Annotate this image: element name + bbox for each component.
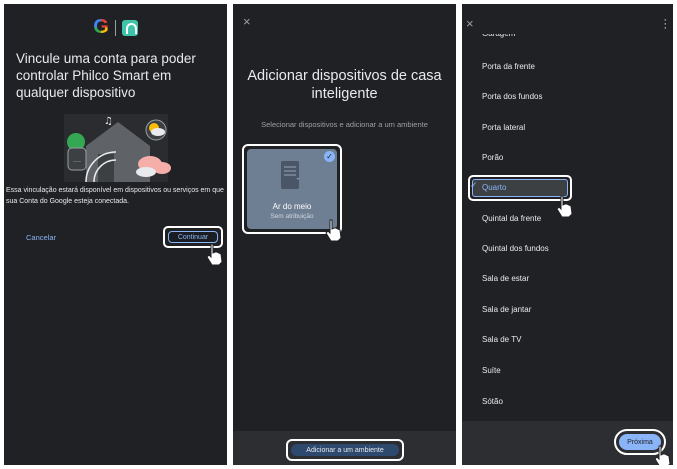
account-note: Essa vinculação estará disponível em dis…	[6, 187, 224, 205]
room-option-quintal-da-frente[interactable]: Quintal da frente	[482, 214, 541, 223]
tap-hand-icon	[325, 219, 342, 242]
add-devices-screen: × Adicionar dispositivos de casa intelig…	[233, 4, 456, 465]
room-option-sala-de-jantar[interactable]: Sala de jantar	[482, 305, 531, 314]
logo-divider	[114, 19, 116, 36]
tap-hand-icon	[556, 195, 573, 218]
add-to-room-button[interactable]: Adicionar a um ambiente	[286, 439, 404, 461]
add-to-room-label: Adicionar a um ambiente	[291, 444, 399, 456]
room-option-quarto[interactable]: Quarto	[482, 183, 506, 192]
device-name: Ar do meio	[272, 202, 312, 211]
philco-smart-app-icon	[121, 19, 138, 36]
room-option-sala-de-tv[interactable]: Sala de TV	[482, 335, 521, 344]
room-option-garagem[interactable]: Garagem	[482, 34, 515, 38]
page-subtitle: Selecionar dispositivos e adicionar a um…	[261, 120, 428, 129]
air-conditioner-icon	[281, 161, 299, 189]
more-options-icon[interactable]: · · ·	[663, 15, 667, 34]
room-option-suite[interactable]: Suíte	[482, 366, 501, 375]
smart-home-illustration: ···· ♫	[64, 114, 171, 183]
tap-hand-icon	[206, 243, 223, 266]
page-title: Adicionar dispositivos de casa inteligen…	[247, 68, 442, 102]
close-icon[interactable]: ×	[243, 14, 251, 29]
link-account-screen: G Vincule uma conta para poder controlar…	[4, 4, 227, 465]
room-option-sala-de-estar[interactable]: Sala de estar	[482, 274, 529, 283]
room-option-porao[interactable]: Porão	[482, 153, 503, 162]
cancel-button[interactable]: Cancelar	[26, 233, 56, 242]
device-card-body: ✓ Ar do meio Sem atribuição	[247, 149, 337, 229]
svg-text:♫: ♫	[104, 116, 113, 127]
logo-row: G	[4, 16, 227, 39]
bottom-bar: Próxima	[462, 421, 673, 465]
room-option-porta-lateral[interactable]: Porta lateral	[482, 123, 525, 132]
checkmark-icon: ✓	[324, 151, 335, 162]
close-icon[interactable]: ×	[466, 16, 474, 31]
tap-hand-icon	[654, 445, 671, 465]
select-room-screen: × · · · ✓ Garagem Porta da frente Porta do…	[462, 4, 673, 465]
checkmark-icon: ✓	[470, 180, 478, 190]
room-option-porta-dos-fundos[interactable]: Porta dos fundos	[482, 92, 542, 101]
room-option-porta-da-frente[interactable]: Porta da frente	[482, 62, 535, 71]
bottom-bar: Adicionar a um ambiente	[233, 431, 456, 465]
room-option-sotao[interactable]: Sótão	[482, 397, 503, 406]
room-option-quintal-dos-fundos[interactable]: Quintal dos fundos	[482, 244, 549, 253]
page-title: Vincule uma conta para poder controlar P…	[16, 51, 196, 100]
svg-text:····: ····	[73, 159, 81, 165]
google-logo: G	[93, 16, 109, 38]
